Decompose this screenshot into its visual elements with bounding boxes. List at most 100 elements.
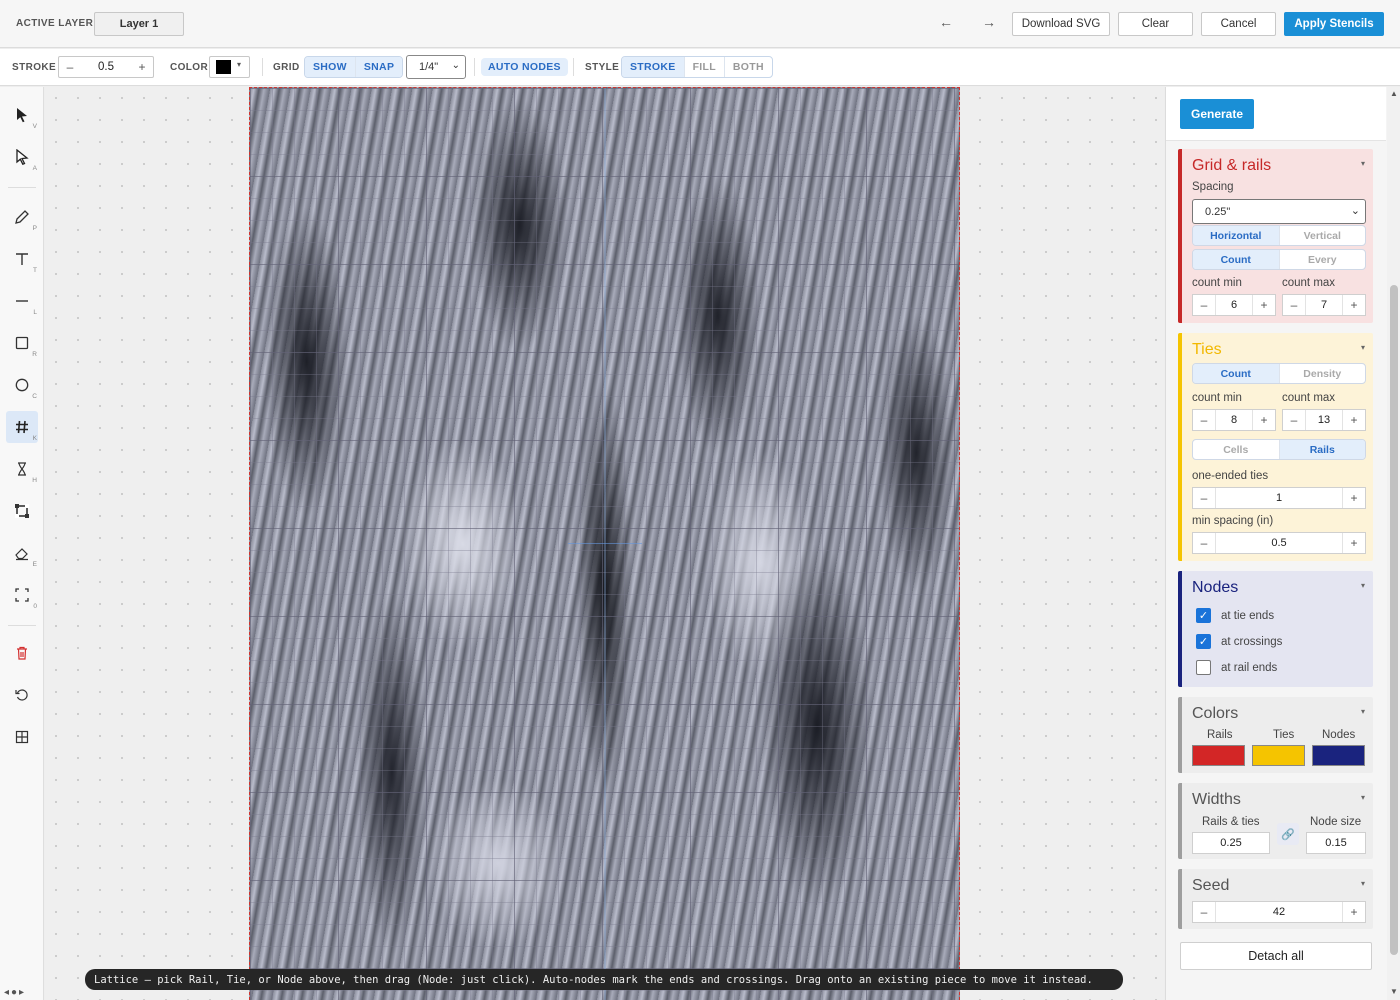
rails-count-min-input[interactable]: 6 [1215, 295, 1253, 315]
style-fill-option[interactable]: FILL [685, 57, 725, 77]
collapse-caret-icon[interactable]: ▾ [1361, 159, 1365, 168]
rails-color-swatch[interactable] [1192, 745, 1245, 766]
canvas-area[interactable] [45, 87, 1164, 1000]
increment-button[interactable]: + [1253, 413, 1275, 427]
count-option[interactable]: Count [1193, 250, 1280, 269]
stroke-increment-button[interactable]: + [131, 60, 153, 74]
rectangle-tool[interactable]: R [6, 327, 38, 359]
decrement-button[interactable]: – [1283, 298, 1305, 312]
ties-count-min-input[interactable]: 8 [1215, 410, 1253, 430]
color-picker[interactable]: ▾ [209, 56, 250, 78]
color-label: COLOR [170, 62, 209, 73]
increment-button[interactable]: + [1343, 413, 1365, 427]
style-stroke-option[interactable]: STROKE [622, 57, 685, 77]
widths-card: Widths ▾ Rails & ties Node size 0.25 🔗 0… [1178, 783, 1373, 859]
select-tool[interactable]: V [6, 99, 38, 131]
decrement-button[interactable]: – [1193, 491, 1215, 505]
text-tool[interactable]: T [6, 243, 38, 275]
decrement-button[interactable]: – [1193, 298, 1215, 312]
reset-tool[interactable] [6, 679, 38, 711]
min-spacing-input[interactable]: 0.5 [1215, 533, 1343, 553]
scrollbar-thumb[interactable] [1390, 285, 1398, 955]
horizontal-option[interactable]: Horizontal [1193, 226, 1280, 245]
ties-count-option[interactable]: Count [1193, 364, 1280, 383]
collapse-caret-icon[interactable]: ▾ [1361, 879, 1365, 888]
rails-ties-width-label: Rails & ties [1202, 816, 1260, 828]
node-frame-tool[interactable] [6, 495, 38, 527]
checkbox-checked-icon[interactable]: ✓ [1196, 608, 1211, 623]
delete-tool[interactable] [6, 637, 38, 669]
one-ended-input[interactable]: 1 [1215, 488, 1343, 508]
colors-card: Colors ▾ Rails Ties Nodes [1178, 697, 1373, 773]
stroke-stepper: – 0.5 + [58, 56, 154, 78]
auto-nodes-toggle[interactable]: AUTO NODES [481, 58, 568, 76]
download-svg-button[interactable]: Download SVG [1012, 12, 1110, 36]
rails-ties-width-input[interactable]: 0.25 [1192, 832, 1270, 854]
nodes-color-swatch[interactable] [1312, 745, 1365, 766]
scroll-up-icon[interactable]: ▲ [1390, 89, 1398, 98]
line-tool[interactable]: L [6, 285, 38, 317]
cancel-button[interactable]: Cancel [1201, 12, 1276, 36]
layer-selector[interactable]: Layer 1 [94, 12, 184, 36]
apply-stencils-button[interactable]: Apply Stencils [1284, 12, 1384, 36]
increment-button[interactable]: + [1253, 298, 1275, 312]
fit-tool[interactable]: 0 [6, 579, 38, 611]
node-option-label: at rail ends [1221, 661, 1278, 674]
increment-button[interactable]: + [1343, 491, 1365, 505]
grid-show-toggle[interactable]: SHOW [305, 57, 356, 77]
stroke-input[interactable]: 0.5 [81, 61, 131, 73]
pen-tool[interactable]: P [6, 201, 38, 233]
detach-all-button[interactable]: Detach all [1180, 942, 1372, 970]
grid-snap-toggle[interactable]: SNAP [355, 57, 403, 77]
circle-icon [15, 378, 29, 392]
ties-color-swatch[interactable] [1252, 745, 1305, 766]
decrement-button[interactable]: – [1193, 413, 1215, 427]
seed-input[interactable]: 42 [1215, 902, 1343, 922]
collapse-caret-icon[interactable]: ▾ [1361, 793, 1365, 802]
hourglass-tool[interactable]: H [6, 453, 38, 485]
collapse-caret-icon[interactable]: ▾ [1361, 581, 1365, 590]
style-both-option[interactable]: BOTH [725, 57, 772, 77]
generate-button[interactable]: Generate [1180, 99, 1254, 129]
ties-placement-toggle: Cells Rails [1192, 439, 1366, 460]
collapse-caret-icon[interactable]: ▾ [1361, 343, 1365, 352]
ellipse-tool[interactable]: C [6, 369, 38, 401]
arrow-right-icon[interactable]: → [979, 12, 999, 32]
rails-count-max-input[interactable]: 7 [1305, 295, 1343, 315]
node-option-rail-ends[interactable]: at rail ends [1196, 660, 1277, 675]
decrement-button[interactable]: – [1283, 413, 1305, 427]
vertical-option[interactable]: Vertical [1280, 226, 1366, 245]
collapse-caret-icon[interactable]: ▾ [1361, 707, 1365, 716]
decrement-button[interactable]: – [1193, 536, 1215, 550]
scroll-down-icon[interactable]: ▼ [1390, 987, 1398, 996]
node-size-input[interactable]: 0.15 [1306, 832, 1366, 854]
rails-option[interactable]: Rails [1279, 440, 1365, 459]
artboard[interactable] [249, 87, 960, 1000]
stroke-decrement-button[interactable]: – [59, 60, 81, 74]
clear-button[interactable]: Clear [1118, 12, 1193, 36]
increment-button[interactable]: + [1343, 298, 1365, 312]
link-icon[interactable]: 🔗 [1277, 823, 1299, 845]
increment-button[interactable]: + [1343, 905, 1365, 919]
ties-density-option[interactable]: Density [1280, 364, 1366, 383]
nav-dots-icon[interactable]: ◂●▸ [4, 987, 26, 998]
square-icon [15, 336, 29, 350]
every-option[interactable]: Every [1280, 250, 1366, 269]
node-option-tie-ends[interactable]: ✓ at tie ends [1196, 608, 1274, 623]
panel-scrollbar[interactable]: ▲ ▼ [1387, 87, 1400, 1000]
node-option-crossings[interactable]: ✓ at crossings [1196, 634, 1282, 649]
lattice-tool[interactable]: K [6, 411, 38, 443]
direct-select-tool[interactable]: A [6, 141, 38, 173]
grid-size-select[interactable]: 1/4" ⌄ [406, 55, 466, 79]
eraser-tool[interactable]: E [6, 537, 38, 569]
decrement-button[interactable]: – [1193, 905, 1215, 919]
checkbox-checked-icon[interactable]: ✓ [1196, 634, 1211, 649]
cells-option[interactable]: Cells [1193, 440, 1280, 459]
spacing-select[interactable]: 0.25" ⌄ [1192, 199, 1366, 224]
checkbox-unchecked-icon[interactable] [1196, 660, 1211, 675]
increment-button[interactable]: + [1343, 536, 1365, 550]
ties-count-max-input[interactable]: 13 [1305, 410, 1343, 430]
arrow-left-icon[interactable]: ← [936, 12, 956, 32]
ties-mode-toggle: Count Density [1192, 363, 1366, 384]
tiles-tool[interactable] [6, 721, 38, 753]
